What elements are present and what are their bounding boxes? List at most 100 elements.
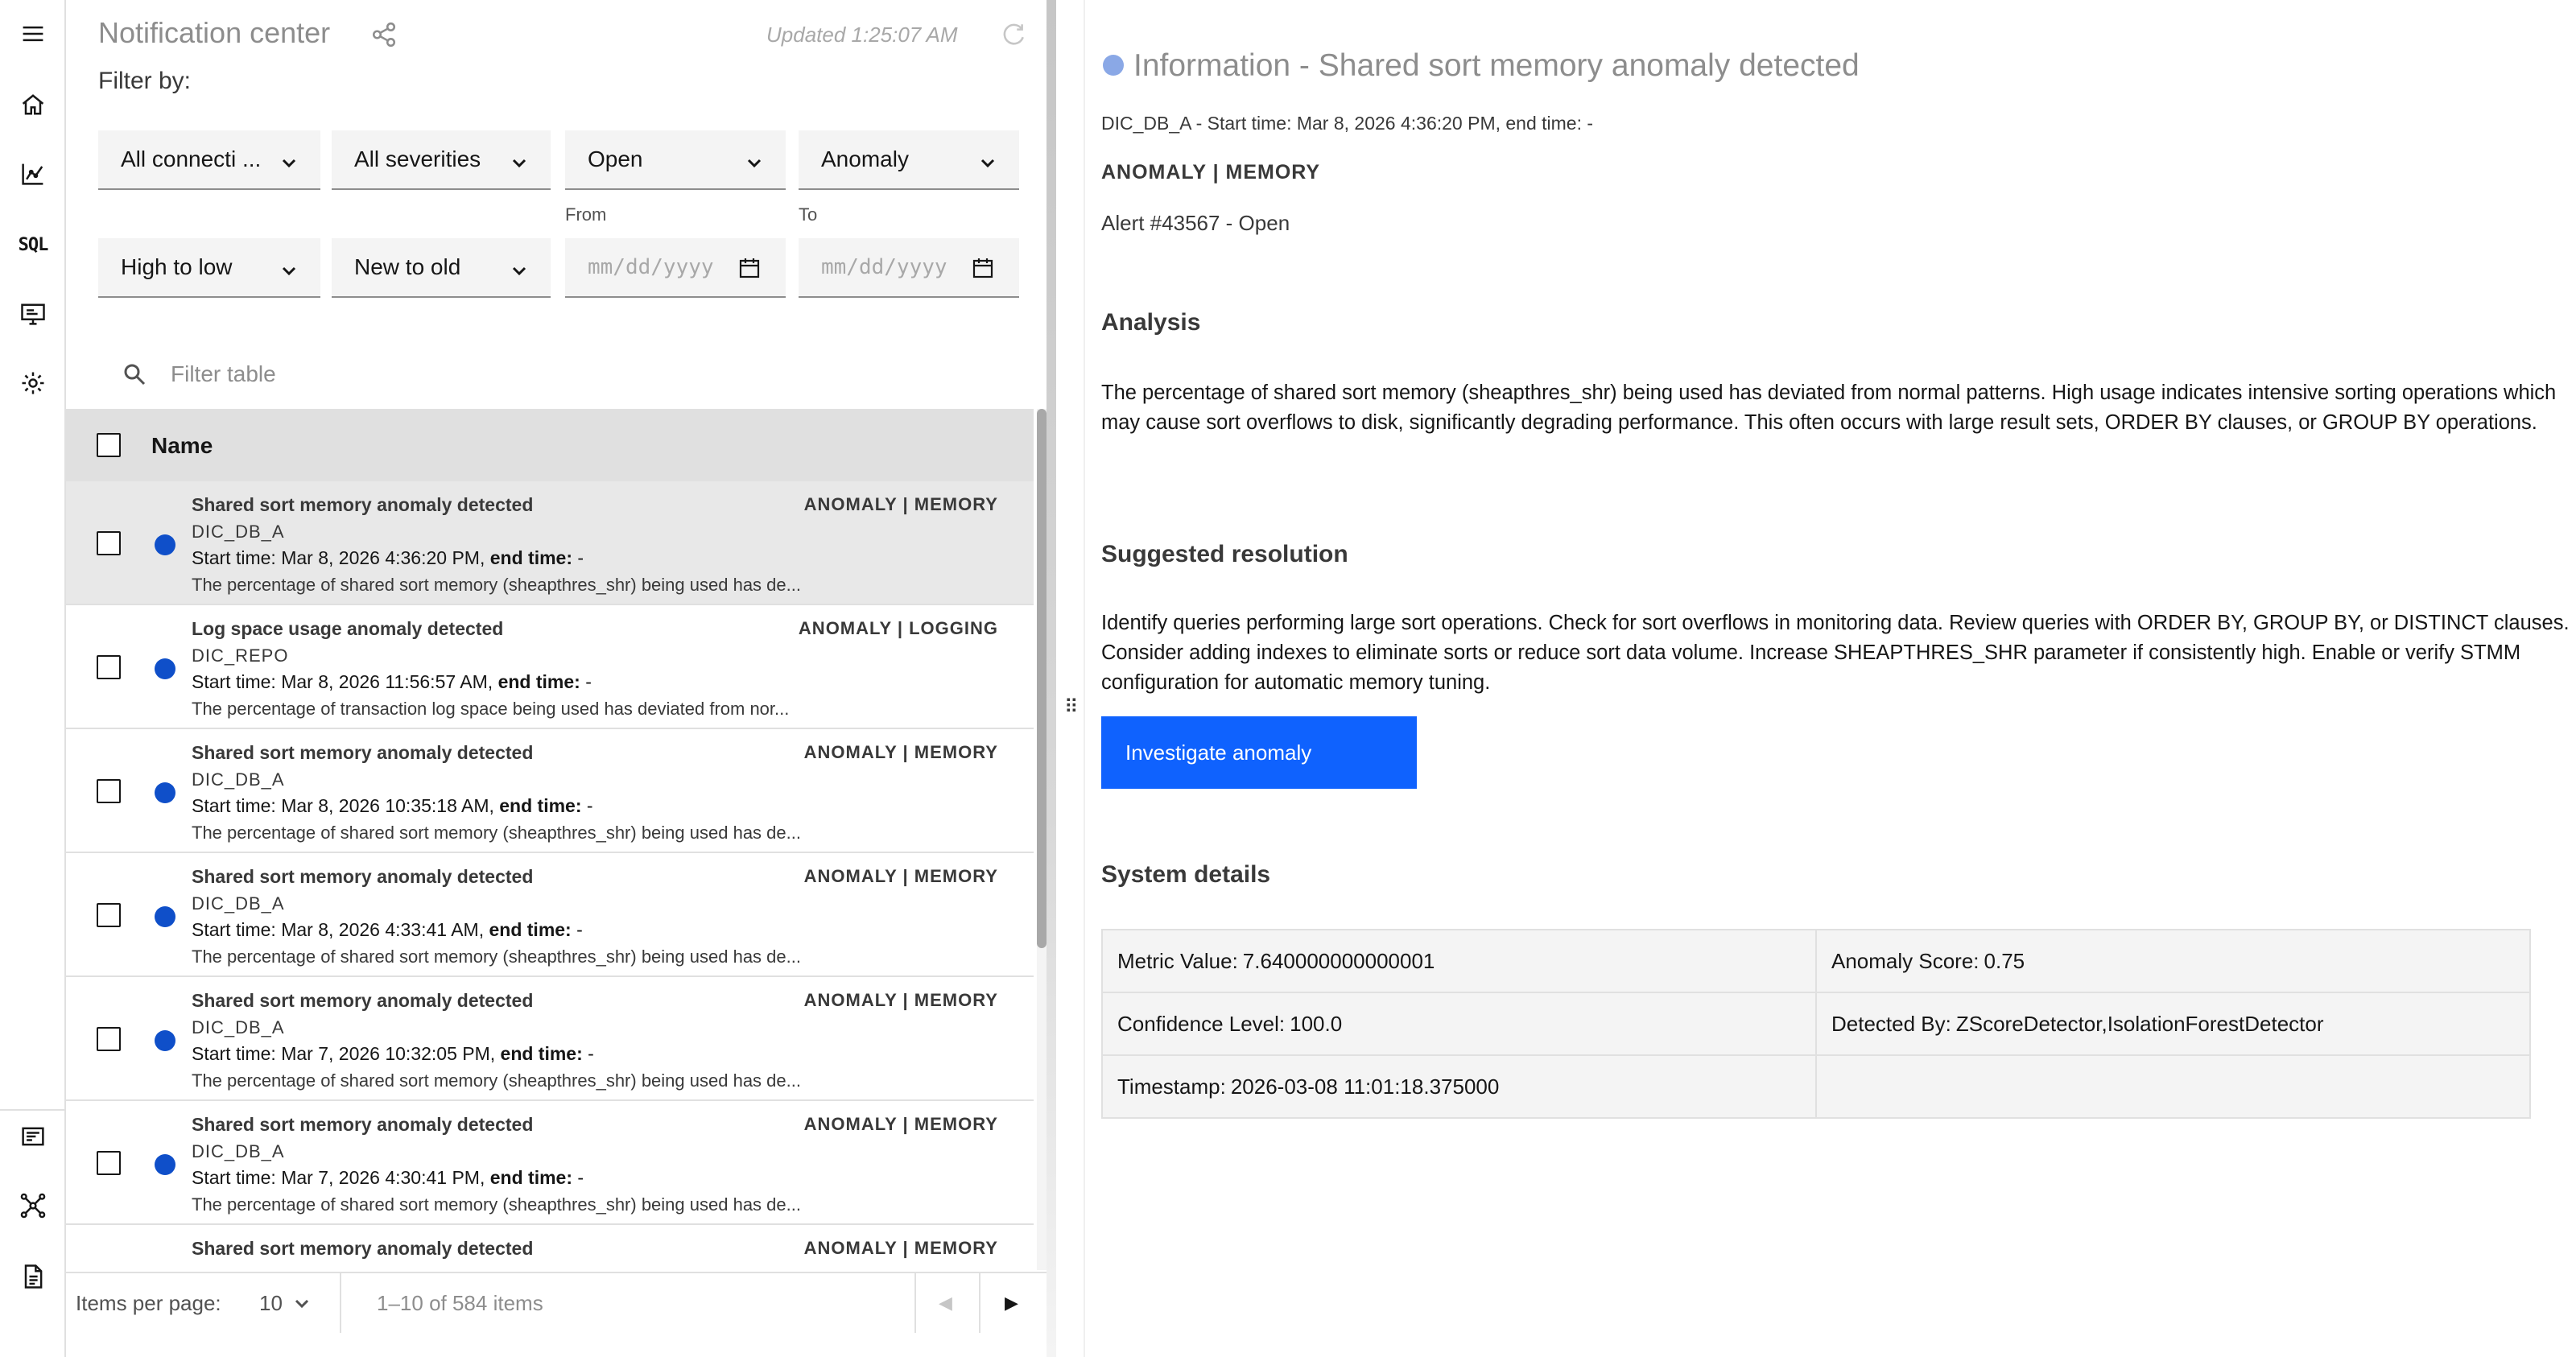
row-database: DIC_DB_A: [192, 1017, 285, 1037]
row-title: Log space usage anomaly detected: [192, 618, 504, 639]
analysis-heading: Analysis: [1101, 309, 1201, 336]
document-icon[interactable]: [17, 1260, 49, 1293]
row-checkbox[interactable]: [97, 655, 121, 679]
chevron-down-icon: [979, 151, 997, 169]
status-dropdown[interactable]: Open: [565, 130, 786, 190]
row-checkbox[interactable]: [97, 1151, 121, 1175]
row-description: The percentage of transaction log space …: [192, 699, 790, 719]
refresh-icon[interactable]: [1000, 21, 1027, 48]
table-search: [98, 346, 1045, 402]
table-row[interactable]: Log space usage anomaly detected ANOMALY…: [66, 605, 1034, 729]
to-date-placeholder: mm/dd/yyyy: [821, 255, 947, 279]
row-checkbox[interactable]: [97, 531, 121, 555]
page-title: Notification center: [98, 16, 331, 49]
resolution-text: Identify queries performing large sort o…: [1101, 612, 2570, 694]
timestamp-cell: Timestamp: 2026-03-08 11:01:18.375000: [1103, 1056, 1817, 1119]
table-row[interactable]: Shared sort memory anomaly detected ANOM…: [66, 729, 1034, 853]
from-date-input[interactable]: mm/dd/yyyy: [565, 238, 786, 298]
table-header: Name: [66, 409, 1034, 481]
table-row[interactable]: Shared sort memory anomaly detected ANOM…: [66, 977, 1034, 1101]
chevron-down-icon[interactable]: [293, 1294, 311, 1312]
chart-icon[interactable]: [17, 158, 49, 190]
monitor-icon[interactable]: [17, 298, 49, 330]
metric-value-cell: Metric Value: 7.640000000000001: [1103, 930, 1817, 993]
scrollbar-thumb[interactable]: [1037, 409, 1046, 948]
menu-icon[interactable]: [17, 18, 49, 50]
row-database: DIC_DB_A: [192, 769, 285, 790]
list-scrollbar[interactable]: [1037, 409, 1046, 1270]
notes-icon[interactable]: [17, 1120, 49, 1153]
row-tags: ANOMALY | MEMORY: [803, 742, 998, 762]
severities-dropdown-value: All severities: [354, 146, 481, 171]
row-tags: ANOMALY | MEMORY: [803, 866, 998, 886]
connections-dropdown-value: All connecti ...: [121, 146, 262, 171]
calendar-icon[interactable]: [971, 256, 995, 280]
detail-tags: ANOMALY | MEMORY: [1101, 161, 1321, 184]
search-input[interactable]: [169, 356, 974, 393]
table-row[interactable]: Shared sort memory anomaly detected ANOM…: [66, 1225, 1034, 1270]
select-all-checkbox[interactable]: [97, 433, 121, 457]
splitter-bar[interactable]: [1046, 0, 1056, 1357]
drag-handle-icon[interactable]: ⠿: [1064, 695, 1079, 719]
side-rail: SQL: [0, 0, 66, 1357]
table-row[interactable]: Shared sort memory anomaly detected ANOM…: [66, 853, 1034, 977]
pager-divider: [979, 1273, 980, 1333]
severities-dropdown[interactable]: All severities: [332, 130, 551, 190]
row-title: Shared sort memory anomaly detected: [192, 1114, 534, 1135]
time-sort-dropdown[interactable]: New to old: [332, 238, 551, 298]
row-database: DIC_REPO: [192, 646, 289, 666]
type-dropdown-value: Anomaly: [821, 146, 909, 171]
investigate-anomaly-button[interactable]: Investigate anomaly: [1101, 716, 1417, 789]
table-row[interactable]: Shared sort memory anomaly detected ANOM…: [66, 481, 1034, 605]
connections-dropdown[interactable]: All connecti ...: [98, 130, 320, 190]
row-checkbox[interactable]: [97, 1027, 121, 1051]
detected-by-cell: Detected By: ZScoreDetector,IsolationFore…: [1817, 993, 2531, 1056]
anomaly-score-cell: Anomaly Score: 0.75: [1817, 930, 2531, 993]
chevron-down-icon: [280, 151, 298, 169]
priority-sort-dropdown[interactable]: High to low: [98, 238, 320, 298]
chevron-down-icon: [510, 151, 528, 169]
system-details-table: Metric Value: 7.640000000000001 Anomaly S…: [1101, 929, 2531, 1119]
search-icon: [124, 364, 146, 386]
system-details-heading: System details: [1101, 861, 1271, 888]
type-dropdown[interactable]: Anomaly: [799, 130, 1019, 190]
status-dot-icon: [155, 534, 175, 555]
status-dot-icon: [155, 1030, 175, 1051]
row-description: The percentage of shared sort memory (sh…: [192, 1194, 801, 1215]
gear-icon[interactable]: [17, 367, 49, 399]
row-description: The percentage of shared sort memory (sh…: [192, 947, 801, 967]
row-title: Shared sort memory anomaly detected: [192, 494, 534, 515]
row-database: DIC_DB_A: [192, 1141, 285, 1161]
status-dropdown-value: Open: [588, 146, 643, 171]
from-date-placeholder: mm/dd/yyyy: [588, 255, 714, 279]
panel-splitter[interactable]: ⠿: [1046, 0, 1085, 1357]
column-header-name[interactable]: Name: [151, 433, 213, 459]
row-tags: ANOMALY | MEMORY: [803, 990, 998, 1010]
calendar-icon[interactable]: [737, 256, 762, 280]
detail-panel: Information - Shared sort memory anomaly…: [1085, 0, 2576, 1357]
page-range: 1–10 of 584 items: [377, 1291, 543, 1315]
row-time: Start time: Mar 8, 2026 10:35:18 AM, end…: [192, 795, 593, 816]
share-icon[interactable]: [370, 21, 398, 48]
items-per-page-select[interactable]: 10: [259, 1291, 283, 1316]
rail-divider: [0, 1109, 66, 1111]
next-page-button[interactable]: ▶: [1005, 1293, 1018, 1314]
network-icon[interactable]: [17, 1190, 49, 1222]
confidence-level-cell: Confidence Level: 100.0: [1103, 993, 1817, 1056]
row-time: Start time: Mar 7, 2026 10:32:05 PM, end…: [192, 1043, 594, 1064]
chevron-down-icon: [745, 151, 763, 169]
pagination: Items per page: 10 1–10 of 584 items ◀ ▶: [66, 1272, 1046, 1333]
row-checkbox[interactable]: [97, 779, 121, 803]
alert-status: Alert #43567 - Open: [1101, 211, 1290, 235]
row-time: Start time: Mar 8, 2026 11:56:57 AM, end…: [192, 671, 592, 692]
table-row[interactable]: Shared sort memory anomaly detected ANOM…: [66, 1101, 1034, 1225]
sql-icon[interactable]: SQL: [17, 229, 49, 261]
row-time: Start time: Mar 7, 2026 4:30:41 PM, end …: [192, 1167, 584, 1188]
home-icon[interactable]: [17, 89, 49, 121]
row-checkbox[interactable]: [97, 903, 121, 927]
time-sort-value: New to old: [354, 254, 461, 279]
to-date-input[interactable]: mm/dd/yyyy: [799, 238, 1019, 298]
row-tags: ANOMALY | MEMORY: [803, 1114, 998, 1134]
previous-page-button[interactable]: ◀: [939, 1293, 952, 1314]
filter-by-label: Filter by:: [98, 68, 192, 94]
